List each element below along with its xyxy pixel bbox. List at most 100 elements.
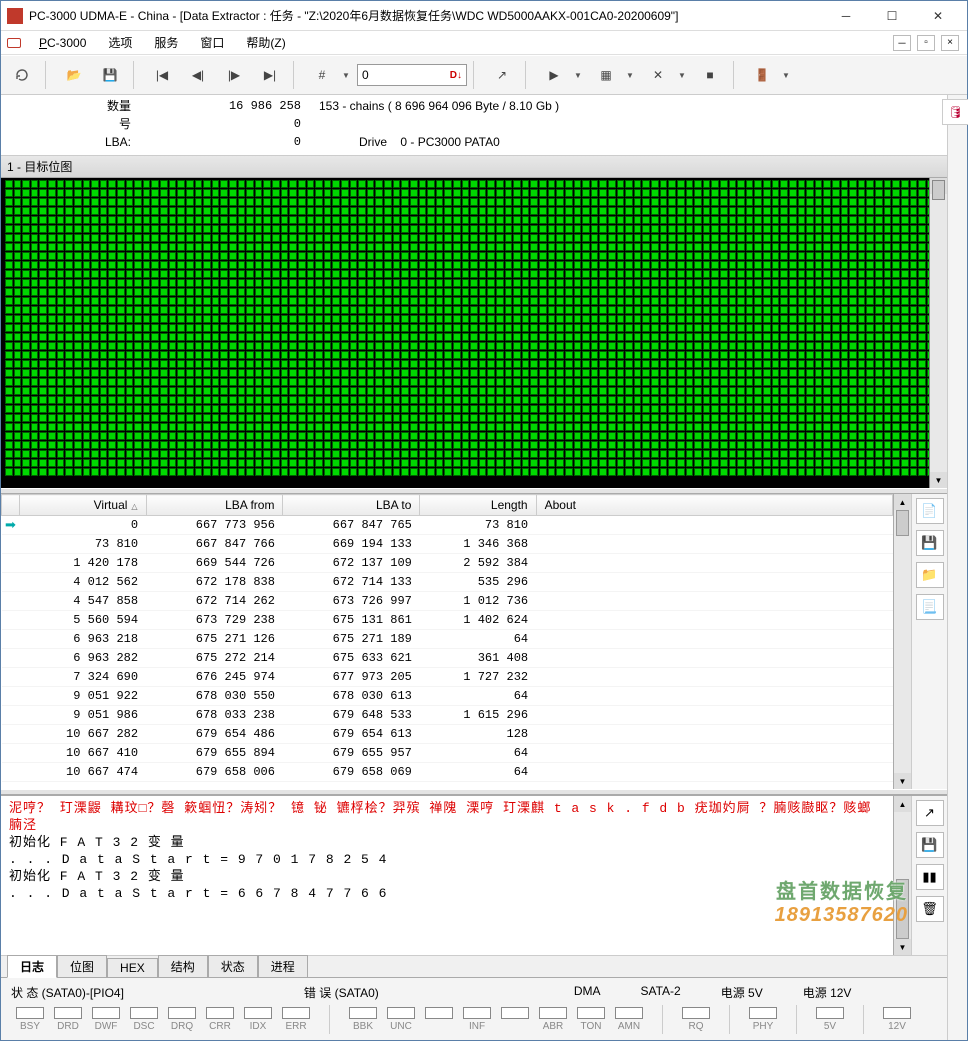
bitmap-cell[interactable] (677, 234, 685, 242)
bitmap-cell[interactable] (453, 405, 461, 413)
bitmap-cell[interactable] (910, 297, 918, 305)
bitmap-cell[interactable] (505, 387, 513, 395)
bitmap-cell[interactable] (651, 369, 659, 377)
bitmap-cell[interactable] (780, 306, 788, 314)
bitmap-cell[interactable] (203, 432, 211, 440)
bitmap-cell[interactable] (892, 360, 900, 368)
bitmap-cell[interactable] (677, 180, 685, 188)
bitmap-cell[interactable] (901, 252, 909, 260)
bitmap-cell[interactable] (126, 288, 134, 296)
bitmap-cell[interactable] (599, 369, 607, 377)
bitmap-cell[interactable] (574, 189, 582, 197)
bitmap-cell[interactable] (384, 423, 392, 431)
bitmap-cell[interactable] (530, 225, 538, 233)
bitmap-cell[interactable] (720, 360, 728, 368)
bitmap-cell[interactable] (57, 279, 65, 287)
bitmap-cell[interactable] (746, 288, 754, 296)
bitmap-cell[interactable] (462, 234, 470, 242)
bitmap-cell[interactable] (729, 180, 737, 188)
bitmap-cell[interactable] (806, 459, 814, 467)
bitmap-cell[interactable] (203, 198, 211, 206)
bitmap-cell[interactable] (754, 459, 762, 467)
bitmap-cell[interactable] (289, 234, 297, 242)
bitmap-cell[interactable] (832, 459, 840, 467)
table-row[interactable]: 9 051 922678 030 550678 030 61364 (2, 687, 893, 706)
bitmap-cell[interactable] (884, 468, 892, 476)
bitmap-cell[interactable] (410, 414, 418, 422)
bitmap-cell[interactable] (866, 468, 874, 476)
bitmap-cell[interactable] (444, 252, 452, 260)
bitmap-cell[interactable] (307, 261, 315, 269)
bitmap-cell[interactable] (65, 306, 73, 314)
bitmap-cell[interactable] (31, 234, 39, 242)
bitmap-cell[interactable] (134, 360, 142, 368)
bitmap-cell[interactable] (884, 189, 892, 197)
bitmap-cell[interactable] (384, 441, 392, 449)
bitmap-cell[interactable] (703, 387, 711, 395)
bitmap-cell[interactable] (108, 216, 116, 224)
bitmap-cell[interactable] (14, 468, 22, 476)
bitmap-cell[interactable] (565, 378, 573, 386)
bitmap-cell[interactable] (522, 450, 530, 458)
bitmap-cell[interactable] (530, 396, 538, 404)
bitmap-cell[interactable] (496, 180, 504, 188)
bitmap-cell[interactable] (754, 207, 762, 215)
bitmap-cell[interactable] (599, 180, 607, 188)
bitmap-cell[interactable] (642, 189, 650, 197)
bitmap-cell[interactable] (195, 189, 203, 197)
bitmap-cell[interactable] (134, 243, 142, 251)
bitmap-cell[interactable] (367, 324, 375, 332)
bitmap-cell[interactable] (832, 198, 840, 206)
bitmap-cell[interactable] (358, 207, 366, 215)
bitmap-cell[interactable] (754, 369, 762, 377)
bitmap-cell[interactable] (642, 234, 650, 242)
bitmap-cell[interactable] (332, 441, 340, 449)
bitmap-cell[interactable] (548, 243, 556, 251)
bitmap-cell[interactable] (892, 459, 900, 467)
goto-input[interactable]: 0D↓ (357, 64, 467, 86)
bitmap-cell[interactable] (195, 261, 203, 269)
bitmap-cell[interactable] (522, 270, 530, 278)
bitmap-cell[interactable] (910, 252, 918, 260)
bitmap-cell[interactable] (677, 459, 685, 467)
bitmap-cell[interactable] (31, 387, 39, 395)
bitmap-cell[interactable] (358, 234, 366, 242)
bitmap-cell[interactable] (487, 252, 495, 260)
bitmap-cell[interactable] (634, 324, 642, 332)
bitmap-cell[interactable] (57, 207, 65, 215)
bitmap-cell[interactable] (177, 216, 185, 224)
bitmap-cell[interactable] (177, 297, 185, 305)
bitmap-cell[interactable] (195, 378, 203, 386)
bitmap-cell[interactable] (849, 468, 857, 476)
bitmap-cell[interactable] (281, 351, 289, 359)
bitmap-cell[interactable] (48, 414, 56, 422)
bitmap-cell[interactable] (401, 423, 409, 431)
bitmap-cell[interactable] (815, 288, 823, 296)
bitmap-cell[interactable] (694, 225, 702, 233)
bitmap-cell[interactable] (737, 189, 745, 197)
bitmap-cell[interactable] (729, 189, 737, 197)
bitmap-cell[interactable] (651, 387, 659, 395)
bitmap-cell[interactable] (737, 450, 745, 458)
bitmap-cell[interactable] (177, 342, 185, 350)
bitmap-cell[interactable] (832, 423, 840, 431)
bitmap-cell[interactable] (324, 441, 332, 449)
bitmap-cell[interactable] (367, 288, 375, 296)
bitmap-cell[interactable] (806, 243, 814, 251)
bitmap-cell[interactable] (375, 396, 383, 404)
bitmap-cell[interactable] (350, 432, 358, 440)
bitmap-cell[interactable] (642, 369, 650, 377)
bitmap-cell[interactable] (660, 189, 668, 197)
bitmap-cell[interactable] (763, 234, 771, 242)
bitmap-cell[interactable] (203, 414, 211, 422)
bitmap-cell[interactable] (436, 252, 444, 260)
bitmap-cell[interactable] (634, 405, 642, 413)
bitmap-cell[interactable] (341, 333, 349, 341)
bitmap-cell[interactable] (754, 450, 762, 458)
bitmap-cell[interactable] (651, 270, 659, 278)
bitmap-cell[interactable] (574, 288, 582, 296)
bitmap-cell[interactable] (246, 216, 254, 224)
bitmap-cell[interactable] (14, 234, 22, 242)
bitmap-cell[interactable] (780, 450, 788, 458)
bitmap-cell[interactable] (375, 189, 383, 197)
